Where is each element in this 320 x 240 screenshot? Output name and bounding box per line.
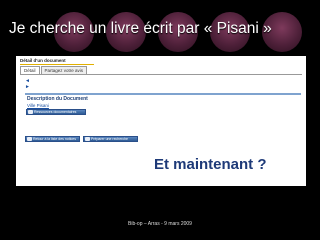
tab-bar: Détail Partagez votre avis	[20, 66, 88, 74]
question-text: Et maintenant ?	[154, 156, 267, 173]
prepare-search-button[interactable]: Préparer une recherche	[83, 136, 138, 142]
back-to-list-label: Retour à la liste des notices	[33, 137, 76, 141]
tab-divider	[20, 74, 302, 75]
embedded-screenshot: Détail d'un document Détail Partagez vot…	[16, 56, 306, 186]
back-to-list-button[interactable]: Retour à la liste des notices	[25, 136, 80, 142]
panel-title: Description du Document	[27, 96, 88, 102]
slide-title: Je cherche un livre écrit par « Pisani »	[9, 20, 272, 37]
document-description-panel: Description du Document Ville Pisani	[25, 93, 301, 123]
slide-footer: Bib-op – Arras - 9 mars 2009	[128, 221, 192, 227]
back-icon	[27, 137, 32, 141]
author-link[interactable]: Ville Pisani	[27, 103, 49, 108]
detail-header: Détail d'un document	[20, 58, 66, 63]
tab-share-opinion[interactable]: Partagez votre avis	[40, 66, 88, 74]
header-underline	[20, 64, 94, 65]
next-arrow-icon[interactable]: ►	[25, 85, 30, 90]
resources-button-label: Ressources documentaires	[34, 110, 77, 114]
resources-button[interactable]: Ressources documentaires	[26, 109, 86, 115]
document-icon	[28, 110, 33, 114]
search-icon	[85, 137, 90, 141]
prepare-search-label: Préparer une recherche	[91, 137, 128, 141]
tab-detail[interactable]: Détail	[20, 66, 40, 74]
